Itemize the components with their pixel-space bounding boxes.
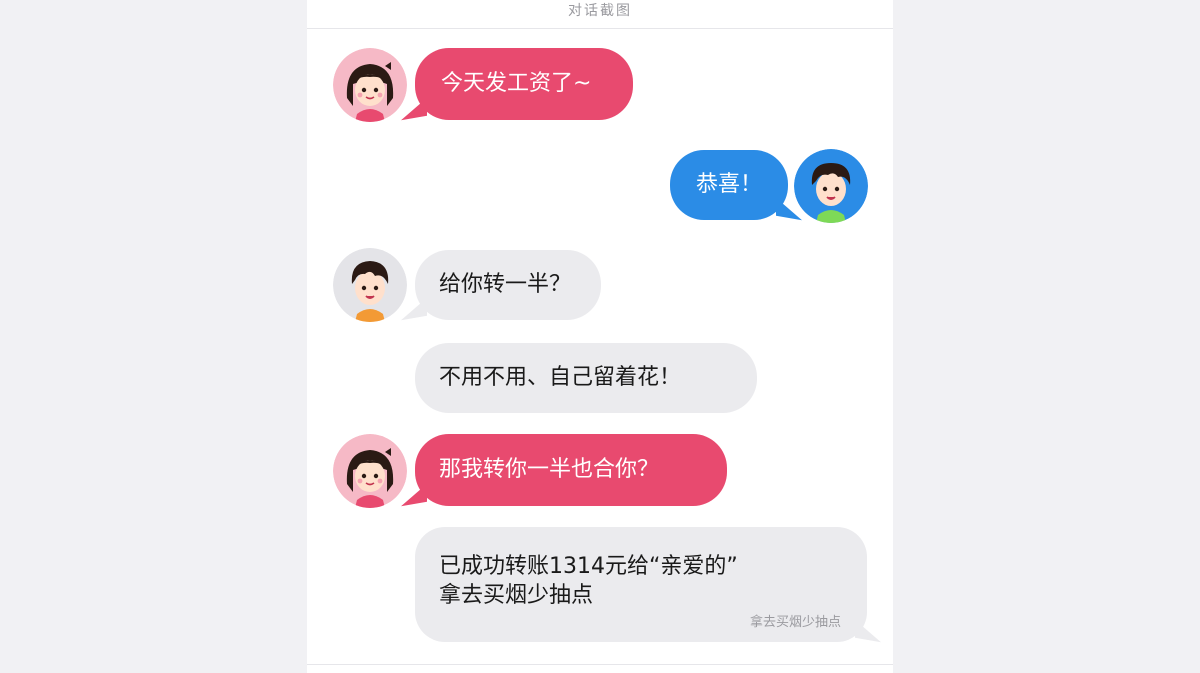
boy2-avatar-icon	[333, 248, 407, 322]
boy-avatar[interactable]	[794, 149, 868, 223]
message-bubble-2[interactable]: 恭喜！	[670, 150, 802, 221]
transfer-line-1: 已成功转账1314元给“亲爱的”	[439, 554, 738, 579]
girl-avatar[interactable]	[333, 48, 407, 122]
message-text-3: 给你转一半？	[439, 272, 572, 297]
message-bubble-1[interactable]: 今天发工资了~	[401, 48, 633, 121]
message-text-2: 恭喜！	[696, 172, 763, 197]
bubble-tail	[401, 97, 427, 121]
bubble-tail	[401, 483, 427, 507]
bubble-tail	[401, 297, 427, 321]
bubble-tail	[855, 619, 881, 643]
message-bubble-3[interactable]: 给你转一半？	[401, 250, 601, 321]
girl-avatar-icon	[333, 48, 407, 122]
footer-divider	[307, 664, 893, 665]
message-text-5: 那我转你一半也合你？	[439, 457, 660, 482]
message-bubble-6[interactable]: 已成功转账1314元给“亲爱的” 拿去买烟少抽点 拿去买烟少抽点	[415, 527, 881, 643]
bubble-note: 拿去买烟少抽点	[749, 615, 841, 631]
message-bubble-4[interactable]: 不用不用、自己留着花！	[415, 343, 757, 413]
girl-avatar-2[interactable]	[333, 434, 407, 508]
message-text-4: 不用不用、自己留着花！	[439, 365, 682, 390]
chat-title: 对话截图	[568, 3, 632, 19]
girl-avatar-icon	[333, 434, 407, 508]
boy2-avatar[interactable]	[333, 248, 407, 322]
chat-window: 对话截图 今天发工资了~ 恭喜！ 给你转一半？ 不用不用、自己留着花！ 那我转你…	[307, 0, 893, 673]
chat-header: 对话截图	[307, 0, 893, 29]
message-text-1: 今天发工资了~	[441, 71, 592, 96]
transfer-line-2: 拿去买烟少抽点	[439, 582, 594, 608]
message-bubble-5[interactable]: 那我转你一半也合你？	[401, 434, 727, 507]
screenshot-stage: 对话截图 今天发工资了~ 恭喜！ 给你转一半？ 不用不用、自己留着花！ 那我转你…	[0, 0, 1200, 673]
boy-avatar-icon	[794, 149, 868, 223]
